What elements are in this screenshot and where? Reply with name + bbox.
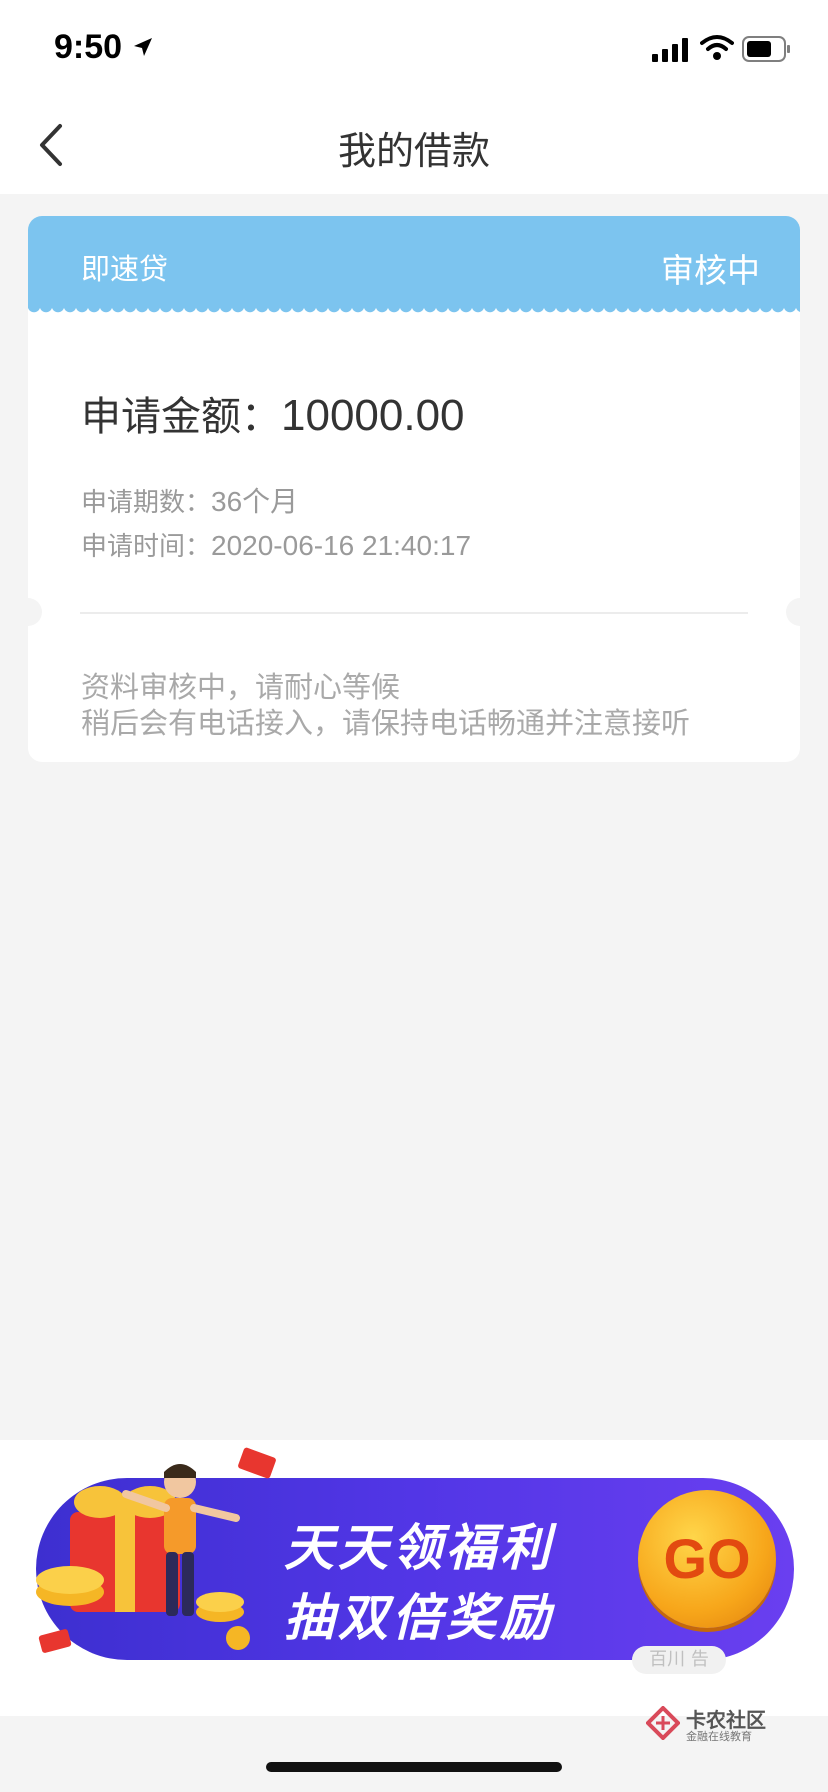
term-label: 申请期数： — [81, 488, 212, 518]
time-row: 申请时间：2020-06-16 21:40:17 — [81, 526, 471, 563]
gift-coins-illustration — [36, 1447, 276, 1653]
product-name: 即速贷 — [81, 252, 169, 286]
promo-banner-area: 天天领福利 抽双倍奖励 GO 百川 告 — [0, 1440, 828, 1716]
watermark-logo-icon — [646, 1706, 680, 1740]
go-button[interactable]: GO — [638, 1490, 776, 1628]
watermark: 卡农社区 金融在线教育 — [646, 1704, 796, 1744]
amount-row: 申请金额：10000.00 — [81, 384, 465, 442]
header-wave-edge — [28, 306, 800, 320]
status-time: 9:50 — [54, 28, 123, 66]
page-title: 我的借款 — [337, 129, 490, 173]
home-indicator[interactable] — [266, 1762, 562, 1772]
promo-banner[interactable]: 天天领福利 抽双倍奖励 GO — [36, 1447, 794, 1660]
card-divider — [80, 612, 748, 614]
nav-bar: 我的借款 — [0, 96, 828, 194]
watermark-sub: 金融在线教育 — [686, 1730, 752, 1743]
term-value: 36个月 — [211, 486, 299, 517]
term-row: 申请期数：36个月 — [81, 480, 298, 520]
status-bar: 9:50 — [0, 0, 828, 96]
banner-headline-2: 抽双倍奖励 — [284, 1589, 554, 1647]
amount-value: 10000.00 — [281, 391, 465, 440]
ad-tag: 百川 告 — [632, 1646, 726, 1674]
banner-headline-1: 天天领福利 — [284, 1519, 554, 1577]
time-label: 申请时间： — [81, 532, 212, 562]
card-notch-right — [786, 598, 800, 626]
loan-status: 审核中 — [661, 251, 760, 290]
loan-card[interactable]: 即速贷 审核中 申请金额：10000.00 申请期数：36个月 申请时间：202… — [28, 216, 800, 762]
amount-label: 申请金额： — [81, 394, 281, 440]
review-note-line2: 稍后会有电话接入，请保持电话畅通并注意接听 — [81, 706, 691, 740]
wifi-icon — [700, 35, 734, 60]
time-value: 2020-06-16 21:40:17 — [211, 530, 472, 561]
location-arrow-icon — [134, 38, 152, 56]
go-label: GO — [663, 1527, 751, 1590]
battery-icon — [742, 36, 790, 62]
cellular-signal-icon — [652, 38, 688, 62]
loan-card-header: 即速贷 审核中 — [28, 216, 800, 308]
card-notch-left — [28, 598, 42, 626]
